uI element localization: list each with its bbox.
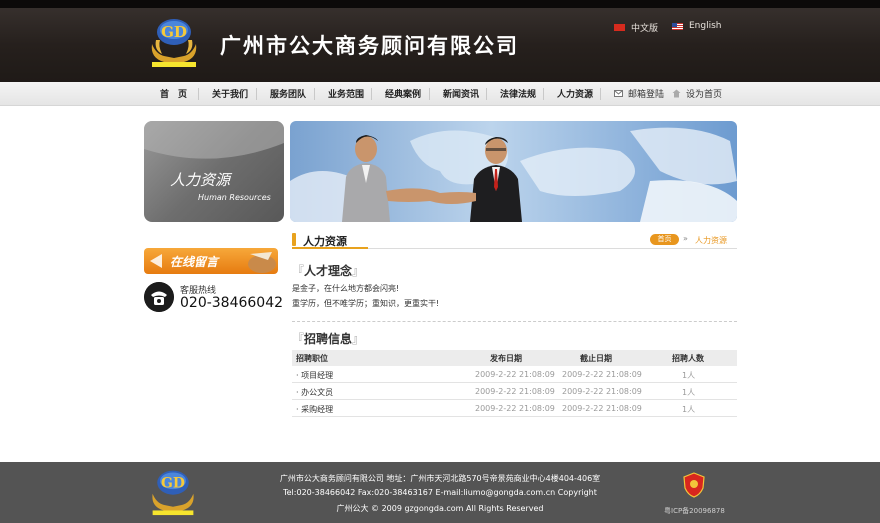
nav-item-business[interactable]: 业务范围 xyxy=(328,87,364,100)
headcount: 1人 xyxy=(682,388,696,397)
set-home-label: 设为首页 xyxy=(686,90,723,100)
company-name: 广州市公大商务顾问有限公司 xyxy=(220,34,519,58)
table-row[interactable]: · 项目经理 2009-2-22 21:08:09 2009-2-22 21:0… xyxy=(292,366,737,383)
gd-logo-icon[interactable]: GD xyxy=(148,14,200,68)
recruit-table-header: 招聘职位 发布日期 截止日期 招聘人数 xyxy=(292,350,737,366)
publish-date: 2009-2-22 21:08:09 xyxy=(475,404,555,413)
footer-contact: Tel:020-38466042 Fax:020-38463167 E-mail… xyxy=(283,488,597,497)
recruit-heading: 『招聘信息』 xyxy=(292,330,364,347)
nav-item-laws[interactable]: 法律法规 xyxy=(500,87,536,100)
breadcrumb-home[interactable]: 首页 xyxy=(650,234,679,245)
set-home-link[interactable]: 设为首页 xyxy=(672,87,722,100)
header-position: 招聘职位 xyxy=(296,354,328,363)
header-top-strip xyxy=(0,0,880,8)
recruit-title: 招聘信息 xyxy=(304,332,353,346)
china-flag-icon xyxy=(614,24,625,31)
online-message-button[interactable]: 在线留言 xyxy=(144,248,278,274)
nav-divider xyxy=(314,88,315,100)
main-nav: 首 页 关于我们 服务团队 业务范围 经典案例 新闻资讯 法律法规 人力资源 邮… xyxy=(0,82,880,106)
mail-icon xyxy=(614,90,623,97)
dashed-divider xyxy=(292,321,737,322)
lang-chinese-label: 中文版 xyxy=(631,24,659,34)
breadcrumb-arrow-icon: » xyxy=(683,234,688,243)
hr-title-en: Human Resources xyxy=(198,193,271,202)
lang-chinese-link[interactable]: 中文版 xyxy=(614,21,658,34)
home-icon xyxy=(672,89,681,98)
philosophy-line: 是金子，在什么地方都会闪亮! xyxy=(292,284,400,293)
hr-heading-panel: 人力资源 Human Resources xyxy=(144,121,284,222)
title-underline xyxy=(292,247,368,249)
deadline-date: 2009-2-22 21:08:09 xyxy=(562,387,642,396)
bracket-open: 『 xyxy=(292,264,305,278)
lang-english-link[interactable]: English xyxy=(672,21,722,31)
icp-record[interactable]: 粤ICP备20096878 xyxy=(664,506,725,516)
job-title-link[interactable]: · 采购经理 xyxy=(296,404,333,415)
nav-divider xyxy=(543,88,544,100)
publish-date: 2009-2-22 21:08:09 xyxy=(475,370,555,379)
nav-divider xyxy=(486,88,487,100)
publish-date: 2009-2-22 21:08:09 xyxy=(475,387,555,396)
nav-divider xyxy=(429,88,430,100)
business-banner-image xyxy=(290,121,737,222)
nav-item-home[interactable]: 首 页 xyxy=(160,87,187,100)
us-flag-icon xyxy=(672,22,683,30)
nav-divider xyxy=(256,88,257,100)
bracket-close: 』 xyxy=(352,332,365,346)
headcount: 1人 xyxy=(682,405,696,414)
bracket-open: 『 xyxy=(292,332,305,346)
police-badge-icon[interactable] xyxy=(683,472,705,498)
nav-item-team[interactable]: 服务团队 xyxy=(270,87,306,100)
philosophy-title: 人才理念 xyxy=(304,264,353,278)
footer-address: 广州市公大商务顾问有限公司 地址：广州市天河北路570号帝景苑商业中心4楼404… xyxy=(279,474,601,483)
breadcrumb-current[interactable]: 人力资源 xyxy=(695,235,727,246)
phone-icon xyxy=(144,282,174,312)
philosophy-line: 重学历，但不唯学历；重知识，更重实干! xyxy=(292,299,440,308)
nav-item-about[interactable]: 关于我们 xyxy=(212,87,248,100)
table-row[interactable]: · 采购经理 2009-2-22 21:08:09 2009-2-22 21:0… xyxy=(292,400,737,417)
hotline-number: 020-38466042 xyxy=(180,295,284,311)
lang-english-label: English xyxy=(689,21,722,31)
deadline-date: 2009-2-22 21:08:09 xyxy=(562,370,642,379)
bracket-close: 』 xyxy=(352,264,365,278)
nav-divider xyxy=(198,88,199,100)
headcount: 1人 xyxy=(682,371,696,380)
mail-login-label: 邮箱登陆 xyxy=(628,90,665,100)
footer-copyright: 广州公大 © 2009 gzgongda.com All Rights Rese… xyxy=(336,504,544,513)
nav-divider xyxy=(600,88,601,100)
job-title-link[interactable]: · 项目经理 xyxy=(296,370,333,381)
philosophy-heading: 『人才理念』 xyxy=(292,262,364,279)
header-publish-date: 发布日期 xyxy=(490,354,522,363)
handshake-banner-graphic xyxy=(290,127,737,222)
title-marker xyxy=(292,233,296,246)
table-row[interactable]: · 办公文员 2009-2-22 21:08:09 2009-2-22 21:0… xyxy=(292,383,737,400)
job-title-link[interactable]: · 办公文员 xyxy=(296,387,333,398)
header-deadline: 截止日期 xyxy=(580,354,612,363)
nav-divider xyxy=(371,88,372,100)
hr-title-cn: 人力资源 xyxy=(170,171,231,189)
header-headcount: 招聘人数 xyxy=(672,354,704,363)
nav-item-cases[interactable]: 经典案例 xyxy=(385,87,421,100)
deadline-date: 2009-2-22 21:08:09 xyxy=(562,404,642,413)
nav-item-hr[interactable]: 人力资源 xyxy=(557,87,593,100)
nav-item-news[interactable]: 新闻资讯 xyxy=(443,87,479,100)
online-message-label: 在线留言 xyxy=(170,255,219,269)
mail-login-link[interactable]: 邮箱登陆 xyxy=(614,87,664,100)
svg-text:GD: GD xyxy=(161,23,187,41)
